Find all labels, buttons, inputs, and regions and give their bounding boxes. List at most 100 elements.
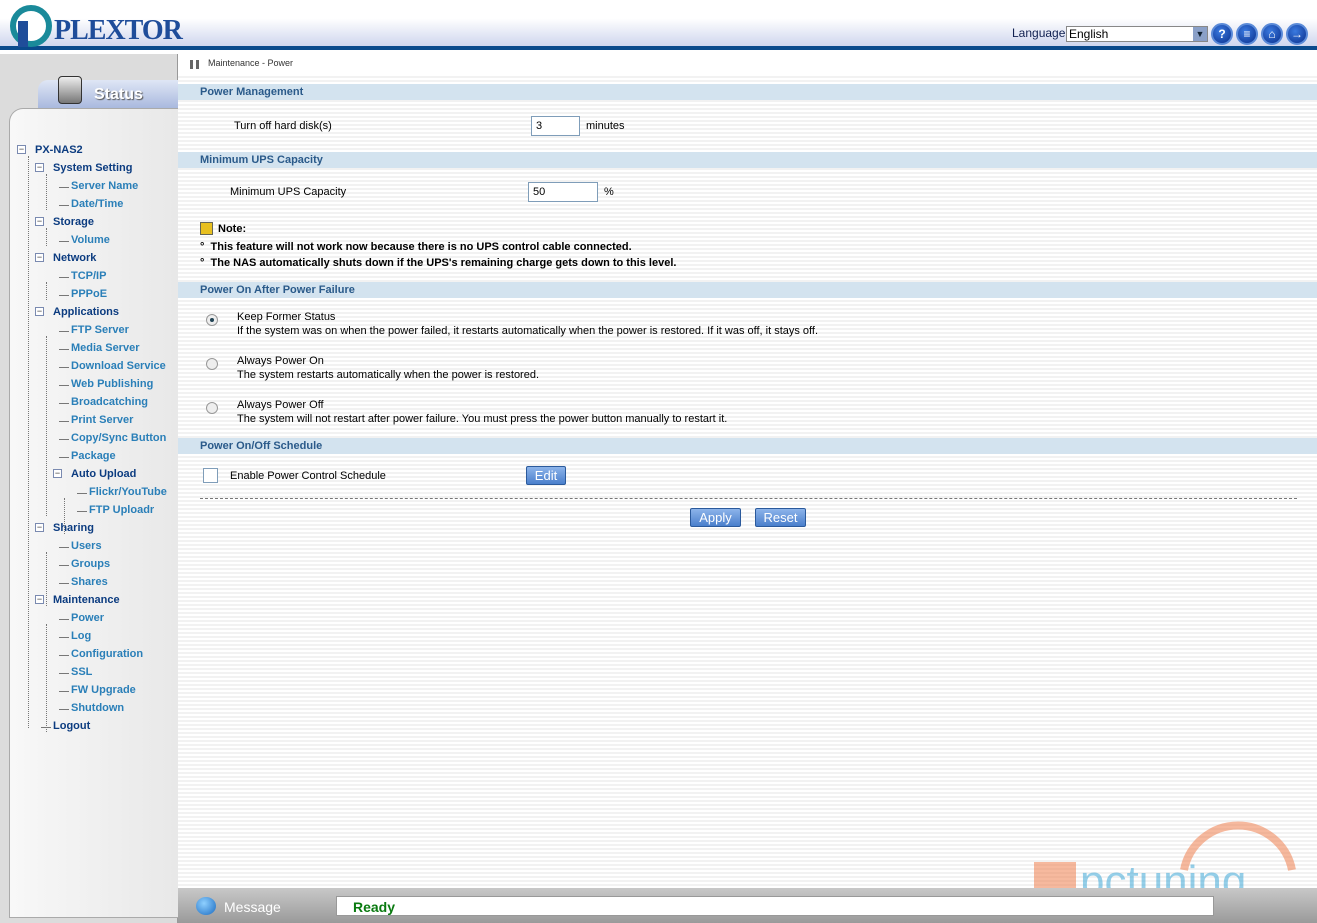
- enable-schedule-label: Enable Power Control Schedule: [230, 470, 386, 482]
- turn-off-disk-label: Turn off hard disk(s): [234, 120, 332, 132]
- nav-item-configuration[interactable]: Configuration: [71, 648, 143, 660]
- collapse-toggle-icon[interactable]: −: [17, 145, 26, 154]
- nav-item-web-publishing[interactable]: Web Publishing: [71, 378, 153, 390]
- ups-label: Minimum UPS Capacity: [230, 186, 347, 198]
- tree-connector: [59, 619, 69, 620]
- nav-item-users[interactable]: Users: [71, 540, 102, 552]
- nav-tree: − PX-NAS2− System Setting Server Name Date/T…: [9, 108, 178, 918]
- tree-connector: [59, 547, 69, 548]
- tree-connector: [77, 511, 87, 512]
- nav-item-storage[interactable]: Storage: [53, 216, 94, 228]
- tree-connector: [59, 637, 69, 638]
- enable-schedule-checkbox[interactable]: [203, 468, 218, 483]
- tree-connector: [59, 439, 69, 440]
- nav-item-ftp-server[interactable]: FTP Server: [71, 324, 129, 336]
- nav-item-broadcatching[interactable]: Broadcatching: [71, 396, 148, 408]
- tree-connector: [28, 156, 29, 728]
- nav-item-shares[interactable]: Shares: [71, 576, 108, 588]
- nav-item-print-server[interactable]: Print Server: [71, 414, 133, 426]
- percent-unit: %: [604, 186, 614, 198]
- logout-icon[interactable]: →: [1286, 23, 1308, 45]
- home-icon[interactable]: ⌂: [1261, 23, 1283, 45]
- language-label: Language:: [1012, 26, 1069, 40]
- status-tab[interactable]: Status: [38, 76, 178, 108]
- minutes-unit: minutes: [586, 120, 625, 132]
- nav-item-volume[interactable]: Volume: [71, 234, 110, 246]
- radio-always-power-off[interactable]: [206, 402, 218, 414]
- tree-connector: [59, 403, 69, 404]
- tree-connector: [59, 421, 69, 422]
- collapse-toggle-icon[interactable]: −: [35, 307, 44, 316]
- nav-item-px-nas2[interactable]: PX-NAS2: [35, 144, 83, 156]
- note-icon: [200, 222, 213, 235]
- collapse-toggle-icon[interactable]: −: [35, 523, 44, 532]
- language-select[interactable]: English ▼: [1066, 26, 1208, 42]
- sidebar: Status − PX-NAS2− System Setting Server Nam…: [0, 54, 178, 923]
- nav-item-server-name[interactable]: Server Name: [71, 180, 138, 192]
- tree-connector: [59, 241, 69, 242]
- reset-button[interactable]: Reset: [755, 508, 806, 527]
- nav-item-sharing[interactable]: Sharing: [53, 522, 94, 534]
- nav-item-fw-upgrade[interactable]: FW Upgrade: [71, 684, 136, 696]
- tree-connector: [59, 367, 69, 368]
- section-power-management: Power Management: [178, 84, 1317, 100]
- tree-connector: [59, 187, 69, 188]
- tree-connector: [59, 673, 69, 674]
- nav-item-download-service[interactable]: Download Service: [71, 360, 166, 372]
- nav-item-power[interactable]: Power: [71, 612, 104, 624]
- tree-connector: [46, 228, 47, 246]
- nav-item-groups[interactable]: Groups: [71, 558, 110, 570]
- tree-connector: [59, 331, 69, 332]
- option-label: Always Power Off: [237, 399, 324, 411]
- collapse-toggle-icon[interactable]: −: [35, 217, 44, 226]
- section-ups: Minimum UPS Capacity: [178, 152, 1317, 168]
- nav-item-ftp-uploadr[interactable]: FTP Uploadr: [89, 504, 154, 516]
- nav-item-log[interactable]: Log: [71, 630, 91, 642]
- nav-item-ssl[interactable]: SSL: [71, 666, 92, 678]
- tree-connector: [59, 349, 69, 350]
- radio-keep-former-status[interactable]: [206, 314, 218, 326]
- collapse-toggle-icon[interactable]: −: [35, 595, 44, 604]
- computer-icon: [58, 76, 82, 104]
- option-desc: The system restarts automatically when t…: [237, 369, 540, 381]
- nav-item-copy-sync-button[interactable]: Copy/Sync Button: [71, 432, 166, 444]
- radio-always-power-on[interactable]: [206, 358, 218, 370]
- nav-item-network[interactable]: Network: [53, 252, 96, 264]
- nav-item-maintenance[interactable]: Maintenance: [53, 594, 120, 606]
- status-message: Ready: [336, 896, 1214, 916]
- nav-item-auto-upload[interactable]: Auto Upload: [71, 468, 136, 480]
- nav-item-pppoe[interactable]: PPPoE: [71, 288, 107, 300]
- nav-item-tcp-ip[interactable]: TCP/IP: [71, 270, 106, 282]
- edit-button[interactable]: Edit: [526, 466, 566, 485]
- tree-connector: [46, 624, 47, 732]
- option-desc: If the system was on when the power fail…: [237, 325, 819, 337]
- collapse-toggle-icon[interactable]: −: [35, 163, 44, 172]
- tree-connector: [59, 385, 69, 386]
- tree-connector: [64, 498, 65, 534]
- apply-button[interactable]: Apply: [690, 508, 741, 527]
- collapse-toggle-icon[interactable]: −: [53, 469, 62, 478]
- message-icon: [196, 897, 216, 915]
- tree-connector: [59, 583, 69, 584]
- turn-off-disk-input[interactable]: 3: [531, 116, 580, 136]
- nav-item-shutdown[interactable]: Shutdown: [71, 702, 124, 714]
- option-desc: The system will not restart after power …: [237, 413, 728, 425]
- nav-item-media-server[interactable]: Media Server: [71, 342, 139, 354]
- tree-connector: [59, 691, 69, 692]
- help-icon[interactable]: ?: [1211, 23, 1233, 45]
- nav-item-system-setting[interactable]: System Setting: [53, 162, 132, 174]
- nav-item-logout[interactable]: Logout: [53, 720, 90, 732]
- nav-item-package[interactable]: Package: [71, 450, 116, 462]
- notes-icon[interactable]: ≡: [1236, 23, 1258, 45]
- section-schedule: Power On/Off Schedule: [178, 438, 1317, 454]
- header: PLEXTOR Language: English ▼ ? ≡ ⌂ →: [0, 0, 1317, 50]
- tree-connector: [59, 205, 69, 206]
- tree-connector: [59, 277, 69, 278]
- nav-item-date-time[interactable]: Date/Time: [71, 198, 123, 210]
- nav-item-flickr-youtube[interactable]: Flickr/YouTube: [89, 486, 167, 498]
- collapse-toggle-icon[interactable]: −: [35, 253, 44, 262]
- ups-capacity-input[interactable]: 50: [528, 182, 598, 202]
- breadcrumb: Maintenance - Power: [178, 54, 1317, 74]
- nav-item-applications[interactable]: Applications: [53, 306, 119, 318]
- tree-connector: [46, 174, 47, 210]
